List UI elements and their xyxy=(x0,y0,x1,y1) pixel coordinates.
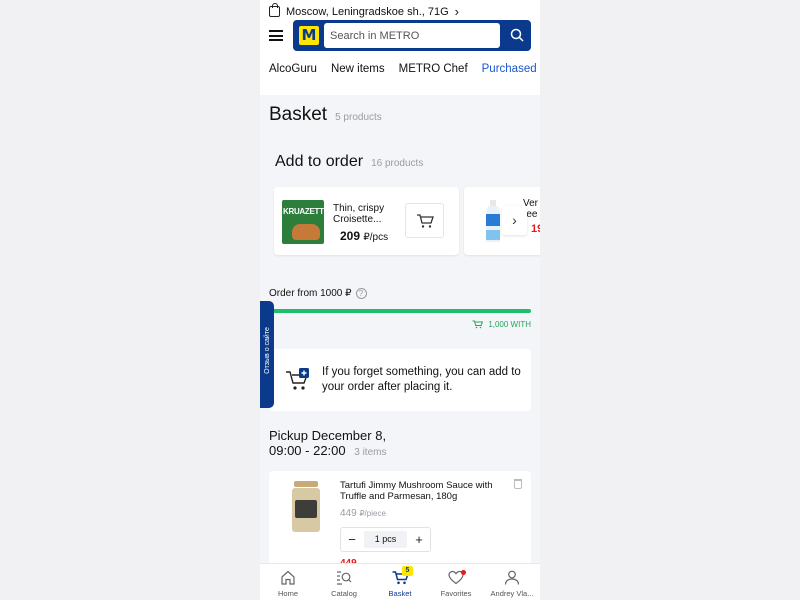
nav-profile[interactable]: Andrey Vla... xyxy=(484,564,540,600)
nav-basket[interactable]: 5 Basket xyxy=(372,564,428,600)
info-text: If you forget something, you can add to … xyxy=(322,366,521,393)
item-unit-price: 449 ₽/piece xyxy=(340,508,386,519)
app-screen: Moscow, Leningradskoe sh., 71G › M AlcoG… xyxy=(260,0,540,600)
cart-icon xyxy=(472,320,484,329)
cart-icon xyxy=(416,213,434,228)
price-value: 209 xyxy=(340,229,361,243)
info-banner: If you forget something, you can add to … xyxy=(269,349,531,411)
item-name[interactable]: Tartufi Jimmy Mushroom Sauce with Truffl… xyxy=(340,480,505,502)
bottom-nav: Home Catalog 5 Basket Favorites Andrey V… xyxy=(260,563,540,600)
help-icon[interactable]: ? xyxy=(355,288,367,299)
section-title: Add to order xyxy=(275,153,364,170)
tab-purchased-goods[interactable]: Purchased goo xyxy=(482,63,540,75)
item-price-unit: ₽/piece xyxy=(359,509,386,518)
item-price-value: 449 xyxy=(340,508,357,519)
nav-label: Favorites xyxy=(440,589,472,598)
quantity-value[interactable]: 1 pcs xyxy=(363,531,408,548)
metro-logo[interactable]: M xyxy=(299,26,319,45)
nav-label: Basket xyxy=(388,589,412,598)
product-image: KRUAZETT xyxy=(282,200,324,244)
pickup-time: 09:00 - 22:00 xyxy=(269,443,346,458)
decrease-button[interactable]: − xyxy=(346,532,358,547)
basket-badge: 5 xyxy=(402,566,413,576)
add-to-cart-button[interactable] xyxy=(405,203,444,238)
location-selector[interactable]: Moscow, Leningradskoe sh., 71G › xyxy=(269,3,459,19)
product-image[interactable] xyxy=(292,481,320,533)
product-price: 209 ₽/pcs xyxy=(340,229,388,243)
nav-home[interactable]: Home xyxy=(260,564,316,600)
chevron-right-icon[interactable]: › xyxy=(502,206,527,235)
product-brand-label: KRUAZETT xyxy=(283,207,324,216)
progress-status: 1,000 WITH xyxy=(472,320,531,329)
notification-dot xyxy=(461,570,466,575)
home-icon xyxy=(281,570,295,585)
location-label: Moscow, Leningradskoe sh., 71G xyxy=(286,5,449,18)
search-icon[interactable] xyxy=(510,28,524,42)
pickup-date: Pickup December 8, xyxy=(269,428,387,443)
search-input[interactable] xyxy=(324,23,500,48)
product-price: 19 xyxy=(531,223,540,235)
basket-count: 5 products xyxy=(335,112,382,123)
nav-favorites[interactable]: Favorites xyxy=(428,564,484,600)
price-unit: ₽/pcs xyxy=(363,232,389,243)
feedback-label: Отзыв о сайте xyxy=(264,327,271,374)
catalog-icon xyxy=(337,571,352,585)
store-icon xyxy=(269,3,280,17)
add-to-order-count: 16 products xyxy=(371,158,424,169)
increase-button[interactable]: + xyxy=(413,532,425,547)
page-title: Basket xyxy=(269,104,328,125)
nav-label: Home xyxy=(277,589,298,598)
add-to-order-heading: Add to order 16 products xyxy=(275,153,423,171)
product-image xyxy=(486,200,500,242)
min-order-text: Order from 1000 ₽ xyxy=(269,288,352,299)
progress-fill xyxy=(269,309,531,313)
product-card[interactable]: KRUAZETT Thin, crispy Croisette... 209 ₽… xyxy=(274,187,459,255)
category-tabs: AlcoGuru New items METRO Chef Purchased … xyxy=(269,63,540,75)
pickup-heading: Pickup December 8, 09:00 - 22:00 3 items xyxy=(269,428,386,460)
product-name: Thin, crispy Croisette... xyxy=(333,203,385,225)
user-icon xyxy=(504,570,520,585)
nav-label: Andrey Vla... xyxy=(490,589,534,598)
trash-icon[interactable] xyxy=(514,479,522,489)
chevron-right-icon: › xyxy=(454,4,459,19)
search-bar: M xyxy=(293,20,531,51)
tab-new-items[interactable]: New items xyxy=(331,63,385,75)
menu-icon[interactable] xyxy=(269,30,283,41)
nav-catalog[interactable]: Catalog xyxy=(316,564,372,600)
basket-heading: Basket 5 products xyxy=(269,104,382,126)
pickup-items-count: 3 items xyxy=(354,447,387,458)
feedback-tab[interactable]: Отзыв о сайте xyxy=(260,301,274,408)
nav-label: Catalog xyxy=(331,589,357,598)
progress-label: 1,000 WITH xyxy=(488,320,531,329)
min-order-progress xyxy=(269,309,531,313)
quantity-stepper: − 1 pcs + xyxy=(340,527,431,552)
tab-alcoguru[interactable]: AlcoGuru xyxy=(269,63,317,75)
min-order-label: Order from 1000 ₽ ? xyxy=(269,288,367,299)
cart-add-icon xyxy=(286,368,309,390)
header: Moscow, Leningradskoe sh., 71G › M AlcoG… xyxy=(260,0,540,95)
tab-metro-chef[interactable]: METRO Chef xyxy=(399,63,468,75)
